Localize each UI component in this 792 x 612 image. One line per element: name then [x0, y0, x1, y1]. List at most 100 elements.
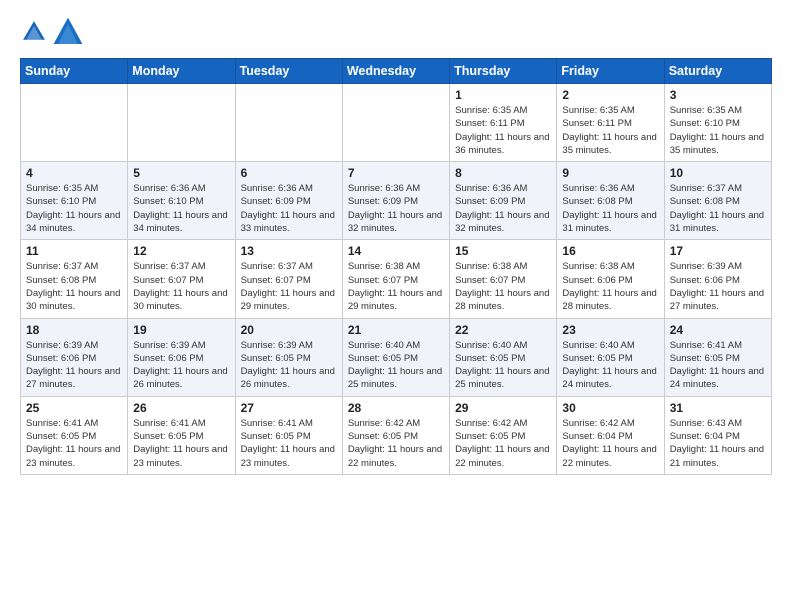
day-number: 15	[455, 244, 551, 258]
calendar-cell: 20 Sunrise: 6:39 AM Sunset: 6:05 PM Dayli…	[235, 318, 342, 396]
day-number: 28	[348, 401, 444, 415]
day-info: Sunrise: 6:38 AM Sunset: 6:06 PM Dayligh…	[562, 260, 658, 313]
day-info: Sunrise: 6:37 AM Sunset: 6:07 PM Dayligh…	[241, 260, 337, 313]
calendar-cell: 4 Sunrise: 6:35 AM Sunset: 6:10 PM Daylig…	[21, 162, 128, 240]
day-info: Sunrise: 6:38 AM Sunset: 6:07 PM Dayligh…	[455, 260, 551, 313]
calendar-cell: 16 Sunrise: 6:38 AM Sunset: 6:06 PM Dayli…	[557, 240, 664, 318]
calendar-cell: 11Sunrise: 6:37 AM Sunset: 6:08 PM Dayli…	[21, 240, 128, 318]
day-number: 29	[455, 401, 551, 415]
calendar-cell: 14 Sunrise: 6:38 AM Sunset: 6:07 PM Dayli…	[342, 240, 449, 318]
logo-icon	[20, 18, 48, 46]
weekday-sunday: Sunday	[21, 59, 128, 84]
day-number: 10	[670, 166, 766, 180]
calendar-cell: 26 Sunrise: 6:41 AM Sunset: 6:05 PM Dayli…	[128, 396, 235, 474]
day-info: Sunrise: 6:41 AM Sunset: 6:05 PM Dayligh…	[670, 339, 766, 392]
day-number: 27	[241, 401, 337, 415]
calendar-week-2: 4 Sunrise: 6:35 AM Sunset: 6:10 PM Daylig…	[21, 162, 772, 240]
day-number: 23	[562, 323, 658, 337]
day-number: 16	[562, 244, 658, 258]
calendar-cell: 8 Sunrise: 6:36 AM Sunset: 6:09 PM Daylig…	[450, 162, 557, 240]
day-info: Sunrise: 6:35 AM Sunset: 6:10 PM Dayligh…	[670, 104, 766, 157]
calendar-cell: 19Sunrise: 6:39 AM Sunset: 6:06 PM Dayli…	[128, 318, 235, 396]
day-info: Sunrise: 6:39 AM Sunset: 6:05 PM Dayligh…	[241, 339, 337, 392]
calendar: SundayMondayTuesdayWednesdayThursdayFrid…	[20, 58, 772, 475]
day-info: Sunrise: 6:43 AM Sunset: 6:04 PM Dayligh…	[670, 417, 766, 470]
calendar-cell: 1Sunrise: 6:35 AM Sunset: 6:11 PM Daylig…	[450, 84, 557, 162]
calendar-week-5: 25 Sunrise: 6:41 AM Sunset: 6:05 PM Dayli…	[21, 396, 772, 474]
calendar-cell: 17 Sunrise: 6:39 AM Sunset: 6:06 PM Dayli…	[664, 240, 771, 318]
day-info: Sunrise: 6:38 AM Sunset: 6:07 PM Dayligh…	[348, 260, 444, 313]
day-number: 20	[241, 323, 337, 337]
day-info: Sunrise: 6:36 AM Sunset: 6:08 PM Dayligh…	[562, 182, 658, 235]
day-info: Sunrise: 6:36 AM Sunset: 6:09 PM Dayligh…	[455, 182, 551, 235]
calendar-week-3: 11Sunrise: 6:37 AM Sunset: 6:08 PM Dayli…	[21, 240, 772, 318]
calendar-cell	[128, 84, 235, 162]
calendar-cell: 12 Sunrise: 6:37 AM Sunset: 6:07 PM Dayli…	[128, 240, 235, 318]
day-info: Sunrise: 6:37 AM Sunset: 6:08 PM Dayligh…	[670, 182, 766, 235]
logo-triangle-icon	[52, 16, 84, 48]
day-number: 4	[26, 166, 122, 180]
day-number: 14	[348, 244, 444, 258]
weekday-tuesday: Tuesday	[235, 59, 342, 84]
day-info: Sunrise: 6:39 AM Sunset: 6:06 PM Dayligh…	[133, 339, 229, 392]
weekday-header-row: SundayMondayTuesdayWednesdayThursdayFrid…	[21, 59, 772, 84]
day-number: 22	[455, 323, 551, 337]
calendar-cell: 22Sunrise: 6:40 AM Sunset: 6:05 PM Dayli…	[450, 318, 557, 396]
day-number: 13	[241, 244, 337, 258]
day-number: 2	[562, 88, 658, 102]
calendar-cell: 31Sunrise: 6:43 AM Sunset: 6:04 PM Dayli…	[664, 396, 771, 474]
calendar-cell: 15 Sunrise: 6:38 AM Sunset: 6:07 PM Dayli…	[450, 240, 557, 318]
day-info: Sunrise: 6:37 AM Sunset: 6:08 PM Dayligh…	[26, 260, 122, 313]
calendar-cell: 28 Sunrise: 6:42 AM Sunset: 6:05 PM Dayli…	[342, 396, 449, 474]
calendar-cell: 30 Sunrise: 6:42 AM Sunset: 6:04 PM Dayli…	[557, 396, 664, 474]
day-number: 12	[133, 244, 229, 258]
weekday-saturday: Saturday	[664, 59, 771, 84]
calendar-cell: 5 Sunrise: 6:36 AM Sunset: 6:10 PM Daylig…	[128, 162, 235, 240]
calendar-cell: 23Sunrise: 6:40 AM Sunset: 6:05 PM Dayli…	[557, 318, 664, 396]
day-number: 17	[670, 244, 766, 258]
day-info: Sunrise: 6:39 AM Sunset: 6:06 PM Dayligh…	[670, 260, 766, 313]
day-number: 18	[26, 323, 122, 337]
calendar-cell: 6 Sunrise: 6:36 AM Sunset: 6:09 PM Daylig…	[235, 162, 342, 240]
day-info: Sunrise: 6:35 AM Sunset: 6:11 PM Dayligh…	[455, 104, 551, 157]
calendar-cell: 7 Sunrise: 6:36 AM Sunset: 6:09 PM Daylig…	[342, 162, 449, 240]
day-info: Sunrise: 6:35 AM Sunset: 6:10 PM Dayligh…	[26, 182, 122, 235]
day-number: 8	[455, 166, 551, 180]
day-number: 5	[133, 166, 229, 180]
calendar-cell: 18 Sunrise: 6:39 AM Sunset: 6:06 PM Dayli…	[21, 318, 128, 396]
calendar-cell: 21Sunrise: 6:40 AM Sunset: 6:05 PM Dayli…	[342, 318, 449, 396]
day-info: Sunrise: 6:41 AM Sunset: 6:05 PM Dayligh…	[133, 417, 229, 470]
calendar-cell	[21, 84, 128, 162]
calendar-cell: 10 Sunrise: 6:37 AM Sunset: 6:08 PM Dayli…	[664, 162, 771, 240]
day-number: 25	[26, 401, 122, 415]
day-number: 30	[562, 401, 658, 415]
day-info: Sunrise: 6:35 AM Sunset: 6:11 PM Dayligh…	[562, 104, 658, 157]
calendar-cell: 24 Sunrise: 6:41 AM Sunset: 6:05 PM Dayli…	[664, 318, 771, 396]
calendar-week-1: 1Sunrise: 6:35 AM Sunset: 6:11 PM Daylig…	[21, 84, 772, 162]
day-info: Sunrise: 6:36 AM Sunset: 6:09 PM Dayligh…	[241, 182, 337, 235]
calendar-cell: 27 Sunrise: 6:41 AM Sunset: 6:05 PM Dayli…	[235, 396, 342, 474]
day-info: Sunrise: 6:36 AM Sunset: 6:10 PM Dayligh…	[133, 182, 229, 235]
page: SundayMondayTuesdayWednesdayThursdayFrid…	[0, 0, 792, 612]
day-number: 6	[241, 166, 337, 180]
day-info: Sunrise: 6:42 AM Sunset: 6:04 PM Dayligh…	[562, 417, 658, 470]
calendar-cell: 25Sunrise: 6:41 AM Sunset: 6:05 PM Dayli…	[21, 396, 128, 474]
logo	[20, 16, 88, 48]
day-number: 24	[670, 323, 766, 337]
day-number: 26	[133, 401, 229, 415]
weekday-friday: Friday	[557, 59, 664, 84]
calendar-cell: 13 Sunrise: 6:37 AM Sunset: 6:07 PM Dayli…	[235, 240, 342, 318]
day-info: Sunrise: 6:42 AM Sunset: 6:05 PM Dayligh…	[348, 417, 444, 470]
calendar-cell	[235, 84, 342, 162]
calendar-cell: 2 Sunrise: 6:35 AM Sunset: 6:11 PM Daylig…	[557, 84, 664, 162]
day-number: 9	[562, 166, 658, 180]
calendar-cell	[342, 84, 449, 162]
day-info: Sunrise: 6:42 AM Sunset: 6:05 PM Dayligh…	[455, 417, 551, 470]
header	[20, 16, 772, 48]
calendar-cell: 3Sunrise: 6:35 AM Sunset: 6:10 PM Daylig…	[664, 84, 771, 162]
day-info: Sunrise: 6:37 AM Sunset: 6:07 PM Dayligh…	[133, 260, 229, 313]
day-number: 7	[348, 166, 444, 180]
day-info: Sunrise: 6:39 AM Sunset: 6:06 PM Dayligh…	[26, 339, 122, 392]
day-info: Sunrise: 6:36 AM Sunset: 6:09 PM Dayligh…	[348, 182, 444, 235]
day-info: Sunrise: 6:41 AM Sunset: 6:05 PM Dayligh…	[241, 417, 337, 470]
